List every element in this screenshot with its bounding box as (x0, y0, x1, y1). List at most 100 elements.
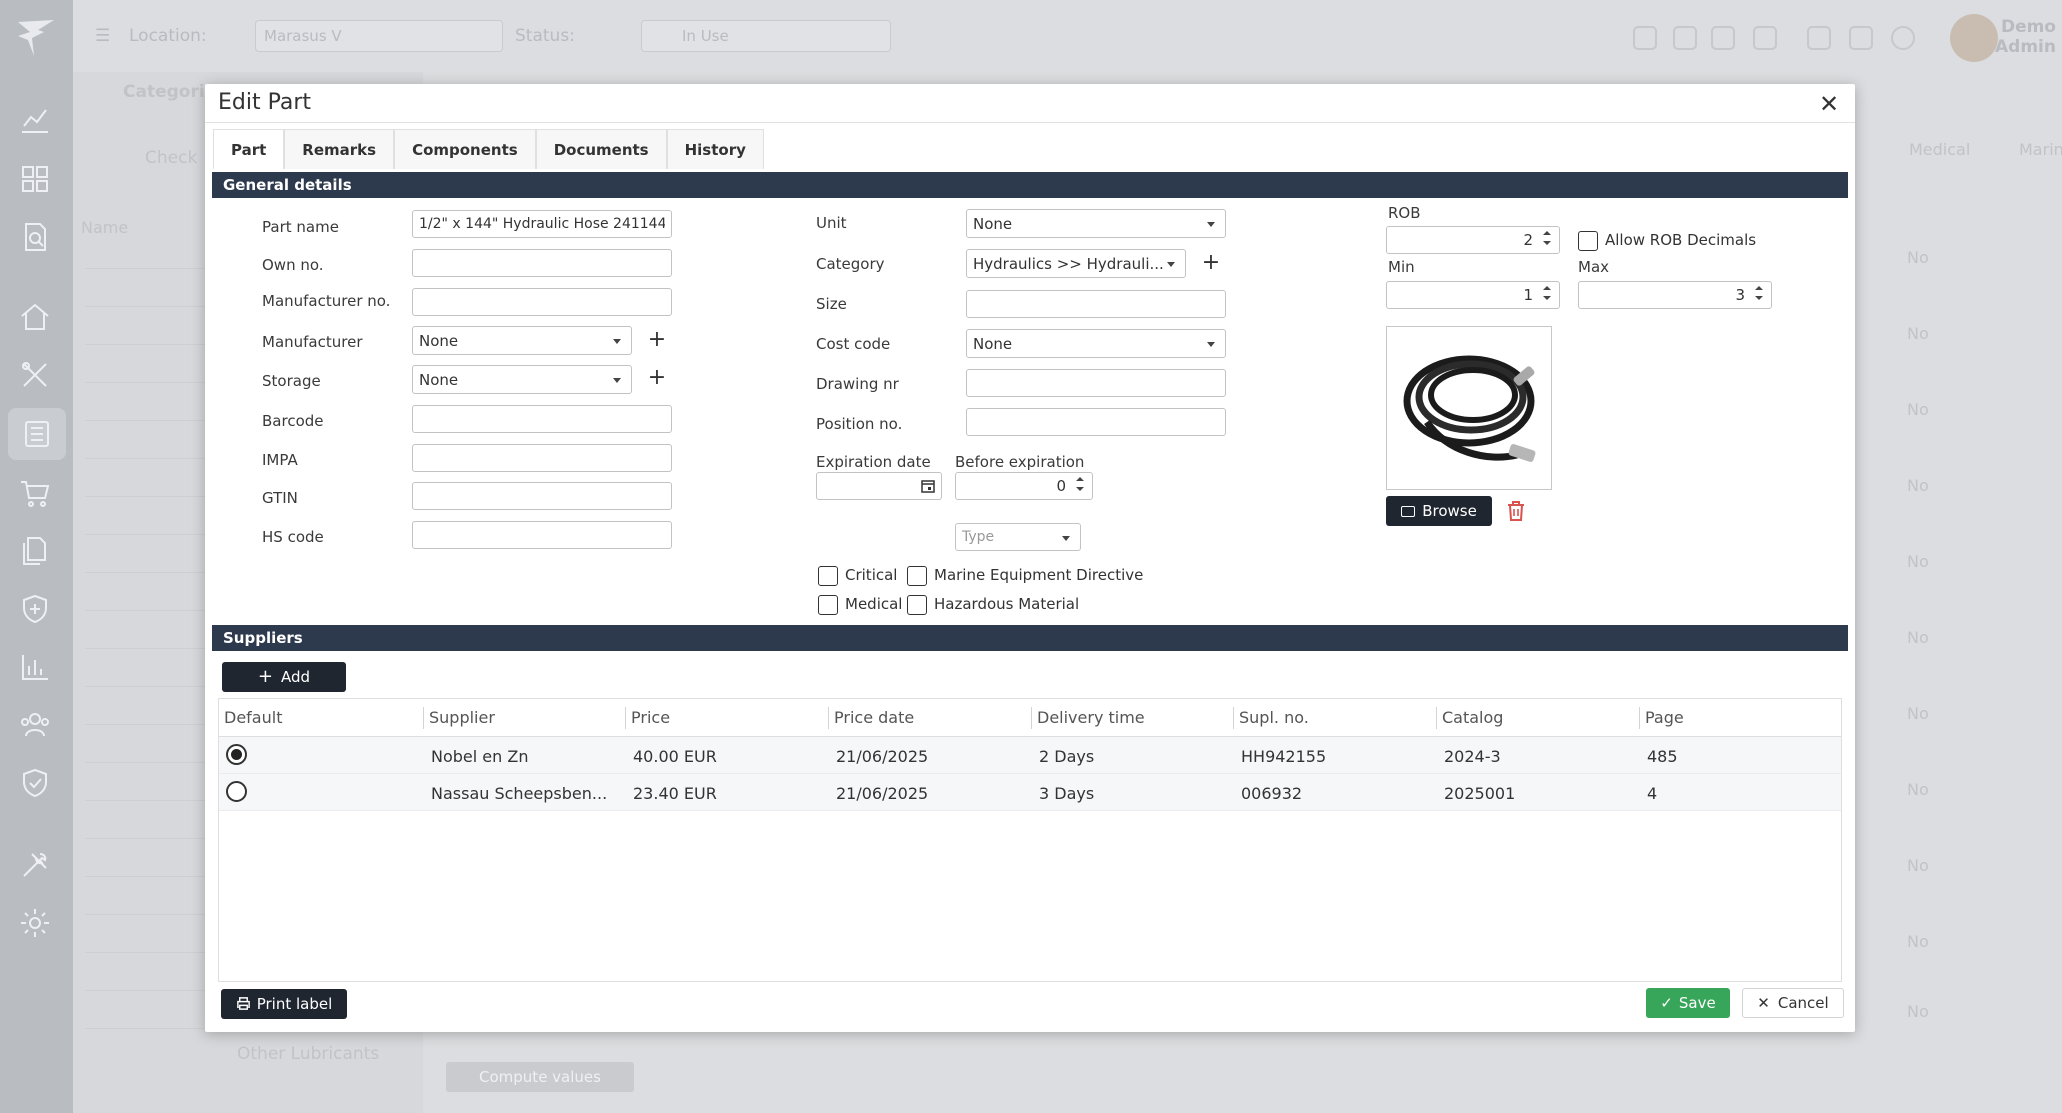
table-row[interactable]: Nobel en Zn 40.00 EUR 21/06/2025 2 Days … (219, 737, 1841, 774)
table-row[interactable]: Nassau Scheepsben... 23.40 EUR 21/06/202… (219, 774, 1841, 811)
add-manufacturer-icon[interactable]: + (643, 327, 671, 355)
column-header-delivery-time[interactable]: Delivery time (1037, 708, 1145, 727)
no-value: No (1907, 248, 1929, 267)
stepper-arrows-icon[interactable] (1543, 231, 1551, 251)
status-select[interactable]: In Use (641, 20, 891, 52)
cart-icon[interactable] (16, 474, 54, 512)
dashboard-grid-icon[interactable] (16, 160, 54, 198)
column-header-supl-no[interactable]: Supl. no. (1239, 708, 1309, 727)
cost-code-value: None (973, 335, 1013, 353)
type-placeholder: Type (962, 529, 995, 545)
stepper-arrows-icon[interactable] (1755, 286, 1763, 306)
barcode-input[interactable] (412, 405, 672, 433)
wrench-screwdriver-icon[interactable] (16, 846, 54, 884)
tools-icon[interactable] (16, 356, 54, 394)
column-header-page[interactable]: Page (1645, 708, 1684, 727)
position-no-input[interactable] (966, 408, 1226, 436)
list-icon[interactable] (8, 408, 66, 460)
marine-column-header: Marin (2019, 140, 2062, 159)
warning-icon[interactable] (1673, 26, 1697, 50)
tab-documents[interactable]: Documents (535, 129, 667, 169)
trash-icon[interactable] (1505, 499, 1527, 523)
manufacturer-no-input[interactable] (412, 288, 672, 316)
storage-select[interactable]: None (412, 365, 632, 394)
home-icon[interactable] (16, 298, 54, 336)
status-label: Status: (515, 26, 575, 46)
chart-line-icon[interactable] (16, 100, 54, 138)
document-search-icon[interactable] (16, 218, 54, 256)
tab-components[interactable]: Components (394, 129, 536, 169)
drawing-nr-label: Drawing nr (816, 375, 899, 393)
max-stepper[interactable]: 3 (1578, 281, 1772, 309)
default-radio[interactable] (226, 744, 247, 765)
print-label-button[interactable]: Print label (221, 989, 347, 1019)
add-supplier-button[interactable]: + Add (222, 662, 346, 692)
hazardous-checkbox[interactable] (907, 595, 927, 615)
close-icon[interactable]: ✕ (1815, 90, 1843, 118)
users-icon[interactable] (16, 706, 54, 744)
part-name-input[interactable] (412, 210, 672, 238)
hs-code-input[interactable] (412, 521, 672, 549)
fullscreen-icon[interactable] (1807, 26, 1831, 50)
medical-checkbox[interactable] (818, 595, 838, 615)
drawing-nr-input[interactable] (966, 369, 1226, 397)
column-header-price-date[interactable]: Price date (834, 708, 914, 727)
before-expiration-stepper[interactable]: 0 (955, 472, 1093, 500)
export-icon[interactable] (1753, 26, 1777, 50)
catalog-cell: 2025001 (1444, 784, 1516, 803)
info-icon[interactable] (1891, 26, 1915, 50)
menu-icon[interactable]: ☰ (95, 26, 110, 46)
bell-icon[interactable] (1633, 26, 1657, 50)
category-select[interactable]: Hydraulics >> Hydrauli... (966, 249, 1186, 278)
documents-icon[interactable] (16, 532, 54, 570)
gtin-input[interactable] (412, 482, 672, 510)
column-header-default[interactable]: Default (224, 708, 282, 727)
database-icon[interactable] (1711, 26, 1735, 50)
size-input[interactable] (966, 290, 1226, 318)
location-select[interactable]: Marasus V (255, 20, 503, 52)
column-header-catalog[interactable]: Catalog (1442, 708, 1503, 727)
add-category-icon[interactable]: + (1197, 250, 1225, 278)
stepper-arrows-icon[interactable] (1076, 477, 1084, 497)
save-button[interactable]: ✓ Save (1646, 988, 1730, 1018)
compute-values-button[interactable]: Compute values (446, 1062, 634, 1092)
part-photo (1386, 326, 1552, 490)
add-storage-icon[interactable]: + (643, 365, 671, 393)
gear-icon[interactable] (16, 904, 54, 942)
tab-part[interactable]: Part (213, 129, 285, 169)
save-label: Save (1678, 994, 1716, 1012)
impa-input[interactable] (412, 444, 672, 472)
avatar[interactable] (1950, 14, 1998, 62)
stepper-arrows-icon[interactable] (1543, 286, 1551, 306)
bar-chart-icon[interactable] (16, 648, 54, 686)
column-header-supplier[interactable]: Supplier (429, 708, 495, 727)
unit-select[interactable]: None (966, 209, 1226, 238)
manufacturer-select[interactable]: None (412, 326, 632, 355)
shield-plus-icon[interactable] (16, 590, 54, 628)
browse-button[interactable]: Browse (1386, 496, 1492, 526)
shield-check-icon[interactable] (16, 764, 54, 802)
cost-code-select[interactable]: None (966, 329, 1226, 358)
cancel-button[interactable]: ✕ Cancel (1742, 988, 1844, 1018)
tab-history[interactable]: History (666, 129, 764, 169)
chat-icon[interactable] (1849, 26, 1873, 50)
allow-rob-decimals-checkbox[interactable] (1578, 231, 1598, 251)
position-no-label: Position no. (816, 415, 903, 433)
tab-remarks[interactable]: Remarks (284, 129, 395, 169)
default-radio[interactable] (226, 781, 247, 802)
gtin-label: GTIN (262, 489, 298, 507)
impa-label: IMPA (262, 451, 298, 469)
expiration-date-input[interactable] (816, 472, 942, 500)
column-header-price[interactable]: Price (631, 708, 670, 727)
close-icon: ✕ (1757, 994, 1770, 1012)
min-stepper[interactable]: 1 (1386, 281, 1560, 309)
critical-checkbox[interactable] (818, 566, 838, 586)
allow-rob-decimals-label: Allow ROB Decimals (1605, 231, 1757, 249)
calendar-icon[interactable] (921, 479, 935, 493)
type-select[interactable]: Type (955, 523, 1081, 551)
marine-directive-checkbox[interactable] (907, 566, 927, 586)
rob-stepper[interactable]: 2 (1386, 226, 1560, 254)
own-no-input[interactable] (412, 249, 672, 277)
min-label: Min (1388, 258, 1415, 276)
table-header: Default Supplier Price Price date Delive… (219, 699, 1841, 737)
